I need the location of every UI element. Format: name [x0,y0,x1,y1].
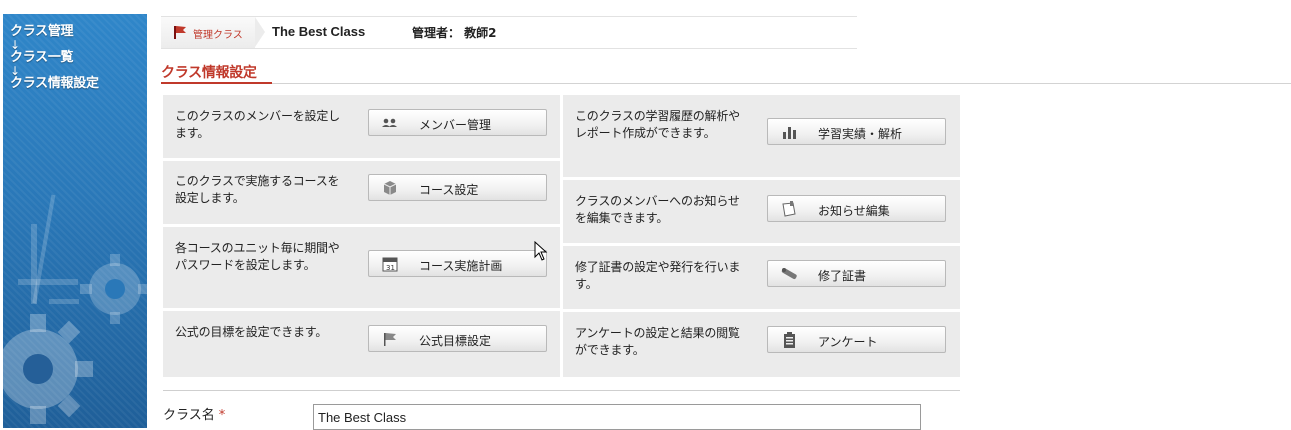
certificate-label: 修了証書 [818,269,867,283]
course-schedule-button[interactable]: 31 コース実施計画 [368,250,547,277]
schedule-description: 各コースのユニット毎に期間やパスワードを設定します。 [175,241,340,272]
flag-icon [174,26,186,39]
announcement-cell: クラスのメンバーへのお知らせを編集できます。 お知らせ編集 [563,180,960,243]
survey-label: アンケート [818,335,878,349]
course-schedule-label: コース実施計画 [419,259,503,273]
survey-cell: アンケートの設定と結果の閲覧ができます。 アンケート [563,312,960,377]
course-cell: このクラスで実施するコースを設定します。 コース設定 [163,161,560,224]
breadcrumb: クラス管理 ↓ クラス一覧 ↓ クラス情報設定 [10,24,99,92]
certificate-description: 修了証書の設定や発行を行います。 [575,260,741,291]
mouse-cursor-icon [534,241,548,261]
official-goals-button[interactable]: 公式目標設定 [368,325,547,352]
bar-chart-icon [783,127,796,139]
announcement-edit-button[interactable]: お知らせ編集 [767,195,946,222]
section-title-underline [161,82,272,84]
members-cell: このクラスのメンバーを設定します。 メンバー管理 [163,95,560,158]
class-name-heading: The Best Class [272,24,366,39]
class-name-label-text: クラス名 [163,408,215,423]
course-description: このクラスで実施するコースを設定します。 [175,174,340,205]
required-mark: * [218,408,226,423]
learning-analytics-label: 学習実績・解析 [818,127,903,141]
calendar-icon: 31 [382,257,398,272]
member-management-button[interactable]: メンバー管理 [368,109,547,136]
certificate-cell: 修了証書の設定や発行を行います。 修了証書 [563,246,960,309]
announcement-description: クラスのメンバーへのお知らせを編集できます。 [575,194,740,225]
certificate-button[interactable]: 修了証書 [767,260,946,287]
clipboard-icon [784,332,795,348]
goals-cell: 公式の目標を設定できます。 公式目標設定 [163,311,560,377]
svg-text:31: 31 [386,264,395,272]
survey-button[interactable]: アンケート [767,326,946,353]
course-settings-label: コース設定 [419,183,479,197]
gear-decoration-icon [3,194,147,424]
flag-icon [384,333,396,346]
managed-class-tag: 管理クラス [161,17,265,48]
managed-class-label: 管理クラス [193,30,243,41]
goals-description: 公式の目標を設定できます。 [175,325,328,339]
breadcrumb-class-list[interactable]: クラス一覧 [10,50,99,66]
class-name-input[interactable] [313,404,921,430]
survey-description: アンケートの設定と結果の閲覧ができます。 [575,326,740,357]
course-icon [383,181,397,195]
course-settings-button[interactable]: コース設定 [368,174,547,201]
function-grid: このクラスのメンバーを設定します。 メンバー管理 このクラスで実施するコースを設… [163,95,960,377]
breadcrumb-arrow: ↓ [10,38,20,52]
note-icon [782,201,796,217]
member-management-label: メンバー管理 [419,118,492,132]
members-description: このクラスのメンバーを設定します。 [175,109,340,140]
breadcrumb-arrow: ↓ [10,64,20,78]
members-icon [382,118,397,127]
class-header: 管理クラス The Best Class 管理者： 教師2 [161,16,857,49]
breadcrumb-class-settings: クラス情報設定 [10,76,99,91]
class-name-label: クラス名 * [163,404,225,423]
learning-analytics-button[interactable]: 学習実績・解析 [767,118,946,145]
schedule-cell: 各コースのユニット毎に期間やパスワードを設定します。 31 コース実施計画 [163,227,560,308]
official-goals-label: 公式目標設定 [419,334,492,348]
section-divider [161,83,1291,84]
form-divider [163,390,960,391]
breadcrumb-class-management[interactable]: クラス管理 [10,24,99,40]
section-title: クラス情報設定 [161,65,257,81]
sidebar: クラス管理 ↓ クラス一覧 ↓ クラス情報設定 [3,14,147,428]
announcement-edit-label: お知らせ編集 [818,204,890,218]
analytics-description: このクラスの学習履歴の解析やレポート作成ができます。 [575,109,740,140]
certificate-icon [781,268,797,279]
admin-label: 管理者： 教師2 [412,26,497,40]
analytics-cell: このクラスの学習履歴の解析やレポート作成ができます。 学習実績・解析 [563,95,960,177]
